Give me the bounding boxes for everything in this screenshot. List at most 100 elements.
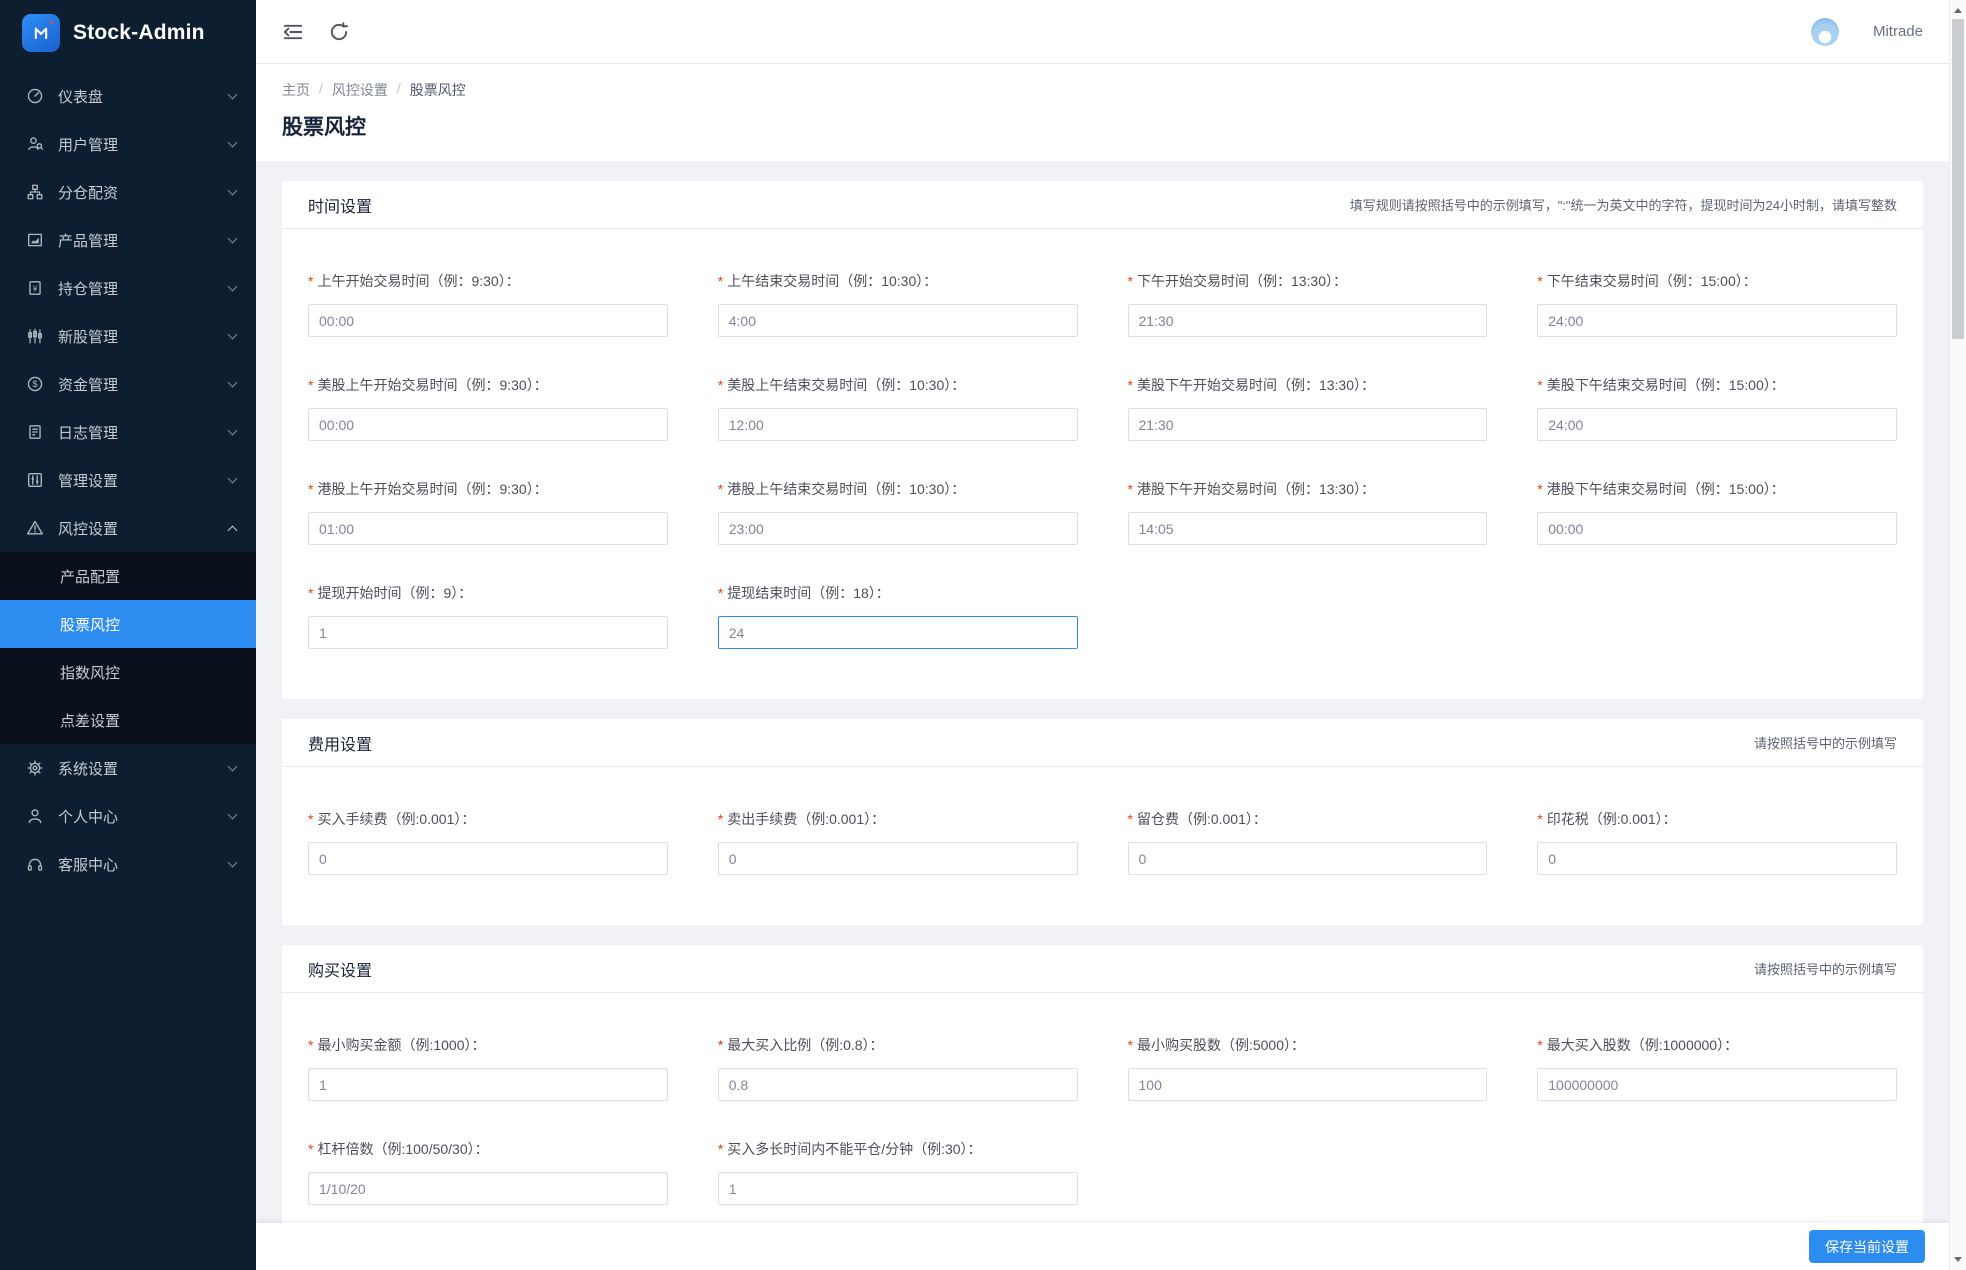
card-title: 购买设置 [308,962,373,980]
app-logo[interactable]: Stock-Admin [0,0,256,66]
chevron-down-icon [227,233,238,243]
form-field: * 港股下午结束交易时间（例：15:00）： [1537,479,1897,545]
sidebar-item[interactable]: $ 资金管理 [0,360,256,408]
app-title: Stock-Admin [73,21,205,44]
chevron-down-icon [227,377,238,387]
field-label-text: 买入多长时间内不能平仓/分钟（例:30）： [727,1141,982,1157]
scroll-down-icon[interactable] [1950,1251,1966,1268]
field-input[interactable] [308,842,668,875]
field-label-text: 最小购买金额（例:1000）： [317,1037,486,1053]
sidebar-item-label: 分仓配资 [58,184,119,202]
sidebar-item[interactable]: 管理设置 [0,456,256,504]
chart-icon [26,231,44,249]
position-icon: ¥ [26,279,44,297]
field-label: * 下午结束交易时间（例：15:00）： [1537,271,1897,291]
field-input[interactable] [717,1068,1078,1101]
field-input[interactable] [717,616,1078,649]
field-label-text: 提现结束时间（例：18）： [727,585,890,601]
field-input[interactable] [1537,408,1897,441]
form-field: * 留仓费（例:0.001）： [1127,809,1488,875]
vertical-scrollbar[interactable] [1949,0,1966,1270]
required-asterisk: * [308,1037,314,1053]
sidebar-item[interactable]: 客服中心 [0,840,256,888]
field-label: * 下午开始交易时间（例：13:30）： [1128,271,1488,291]
breadcrumb-link[interactable]: 主页 [282,80,310,100]
field-input[interactable] [308,512,668,545]
field-input[interactable] [1127,842,1488,875]
field-input[interactable] [1127,512,1488,545]
required-asterisk: * [717,377,724,393]
required-asterisk: * [1537,1037,1543,1053]
form-field: * 最大买入股数（例:1000000）： [1537,1035,1897,1101]
dollar-icon: $ [26,375,44,393]
chevron-up-icon [227,525,238,535]
sidebar-item[interactable]: 系统设置 [0,744,256,792]
sidebar-subitem[interactable]: 指数风控 [0,648,256,696]
field-input[interactable] [1537,304,1897,337]
card-header: 时间设置 填写规则请按照括号中的示例填写，":"统一为英文中的字符，提现时间为24… [282,181,1923,229]
user-name[interactable]: Mitrade [1873,23,1923,40]
sidebar-item[interactable]: 个人中心 [0,792,256,840]
field-label: * 美股上午开始交易时间（例：9:30）： [308,375,668,395]
field-label: * 最小购买金额（例:1000）： [308,1035,668,1055]
sidebar-item[interactable]: 仪表盘 [0,72,256,120]
required-asterisk: * [1127,811,1133,827]
field-label: * 美股下午结束交易时间（例：15:00）： [1537,375,1897,395]
required-asterisk: * [308,273,314,289]
field-input[interactable] [717,408,1078,441]
required-asterisk: * [308,585,314,601]
form-field: * 上午开始交易时间（例：9:30）： [308,271,668,337]
field-input[interactable] [717,512,1078,545]
sidebar-item[interactable]: 日志管理 [0,408,256,456]
field-input[interactable] [1127,1068,1488,1101]
field-input[interactable] [717,1172,1078,1205]
sidebar-item-label: 风控设置 [58,520,119,538]
breadcrumb-separator: / [319,80,323,96]
field-label-text: 美股下午结束交易时间（例：15:00）： [1546,377,1785,393]
field-input[interactable] [1127,408,1488,441]
refresh-icon[interactable] [328,21,350,43]
chevron-down-icon [227,809,238,819]
field-input[interactable] [1537,842,1897,875]
field-input[interactable] [308,1068,668,1101]
sidebar-item[interactable]: 新股管理 [0,312,256,360]
field-input[interactable] [1127,304,1488,337]
scrollbar-thumb[interactable] [1952,19,1964,339]
card-body: *上午开始交易时间（例：9:30）：*上午结束交易时间（例：10:30）：*下午… [282,229,1923,699]
chevron-down-icon [227,281,238,291]
field-label-text: 卖出手续费（例:0.001）： [727,811,886,827]
settings-card: 购买设置请按照括号中的示例填写*最小购买金额（例:1000）：*最大买入比例（例… [282,945,1923,1255]
sidebar-item[interactable]: 分仓配资 [0,168,256,216]
breadcrumb-link[interactable]: 风控设置 [332,80,388,100]
menu-fold-icon[interactable] [282,21,304,43]
field-label: * 上午开始交易时间（例：9:30）： [308,271,668,291]
field-input[interactable] [308,304,668,337]
card-note: 填写规则请按照括号中的示例填写，":"统一为英文中的字符，提现时间为24小时制，… [1349,198,1897,213]
field-input[interactable] [1537,512,1897,545]
field-input[interactable] [308,408,668,441]
sidebar-subitem[interactable]: 点差设置 [0,696,256,744]
sidebar-item[interactable]: 用户管理 [0,120,256,168]
required-asterisk: * [1537,377,1543,393]
sidebar-item[interactable]: ¥ 持仓管理 [0,264,256,312]
required-asterisk: * [1127,377,1133,393]
field-input[interactable] [308,1172,668,1205]
field-label: * 提现开始时间（例：9）： [308,583,668,603]
sidebar-subitem[interactable]: 股票风控 [0,600,256,648]
scroll-up-icon[interactable] [1950,2,1966,19]
field-input[interactable] [717,842,1078,875]
field-input[interactable] [717,304,1078,337]
save-button[interactable]: 保存当前设置 [1809,1230,1925,1263]
sidebar-item[interactable]: 风控设置 [0,504,256,552]
field-input[interactable] [308,616,668,649]
chevron-down-icon [227,425,238,435]
sidebar-item[interactable]: 产品管理 [0,216,256,264]
field-input[interactable] [1537,1068,1897,1101]
user-avatar[interactable] [1810,17,1839,46]
field-label-text: 提现开始时间（例：9）： [317,585,473,601]
card-header: 费用设置 请按照括号中的示例填写 [282,719,1923,767]
sidebar-subitem[interactable]: 产品配置 [0,552,256,600]
field-label-text: 留仓费（例:0.001）： [1136,811,1267,827]
form-field: * 杠杆倍数（例:100/50/30）： [308,1139,668,1205]
form-field: * 提现开始时间（例：9）： [308,583,668,649]
